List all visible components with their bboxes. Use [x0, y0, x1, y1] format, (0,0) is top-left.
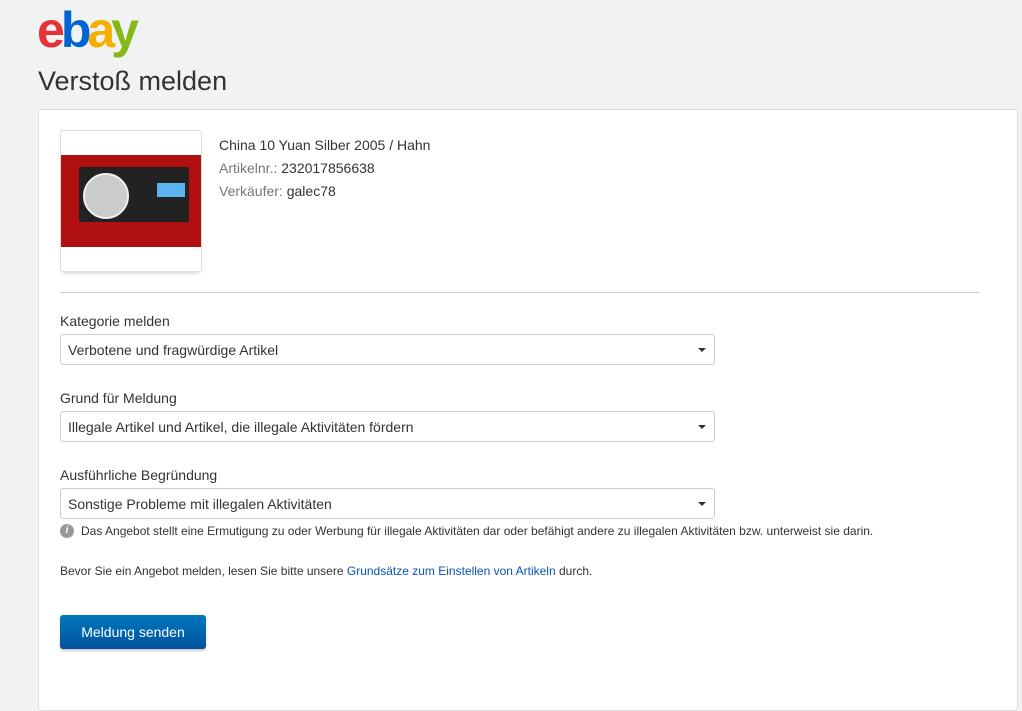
- category-label: Kategorie melden: [60, 313, 170, 329]
- category-select[interactable]: Verbotene und fragwürdige Artikel: [60, 334, 715, 365]
- page-title: Verstoß melden: [38, 66, 228, 96]
- ebay-logo[interactable]: ebay: [37, 2, 139, 58]
- submit-report-button[interactable]: Meldung senden: [60, 615, 206, 649]
- chevron-down-icon: [698, 425, 706, 429]
- detail-hint: i Das Angebot stellt eine Ermutigung zu o…: [60, 524, 873, 538]
- report-card: China 10 Yuan Silber 2005 / Hahn Artikel…: [38, 109, 1018, 711]
- detail-label: Ausführliche Begründung: [60, 467, 218, 483]
- chevron-down-icon: [698, 502, 706, 506]
- chevron-down-icon: [698, 348, 706, 352]
- detail-field: Ausführliche Begründung Sonstige Problem…: [60, 467, 715, 519]
- divider: [60, 292, 979, 293]
- item-image[interactable]: [60, 130, 202, 272]
- item-number: 232017856638: [281, 160, 375, 176]
- reason-select[interactable]: Illegale Artikel und Artikel, die illega…: [60, 411, 715, 442]
- item-number-label: Artikelnr.:: [219, 160, 278, 176]
- policy-link[interactable]: Grundsätze zum Einstellen von Artikeln: [347, 564, 556, 578]
- reason-label: Grund für Meldung: [60, 390, 177, 406]
- reason-field: Grund für Meldung Illegale Artikel und A…: [60, 390, 715, 442]
- seller-label: Verkäufer:: [219, 183, 283, 199]
- policy-note: Bevor Sie ein Angebot melden, lesen Sie …: [60, 564, 593, 578]
- seller-name: galec78: [286, 183, 336, 199]
- category-field: Kategorie melden Verbotene und fragwürdi…: [60, 313, 715, 365]
- item-info: China 10 Yuan Silber 2005 / Hahn Artikel…: [219, 134, 430, 203]
- info-icon: i: [60, 524, 74, 538]
- item-title: China 10 Yuan Silber 2005 / Hahn: [219, 137, 431, 153]
- detail-select[interactable]: Sonstige Probleme mit illegalen Aktivitä…: [60, 488, 715, 519]
